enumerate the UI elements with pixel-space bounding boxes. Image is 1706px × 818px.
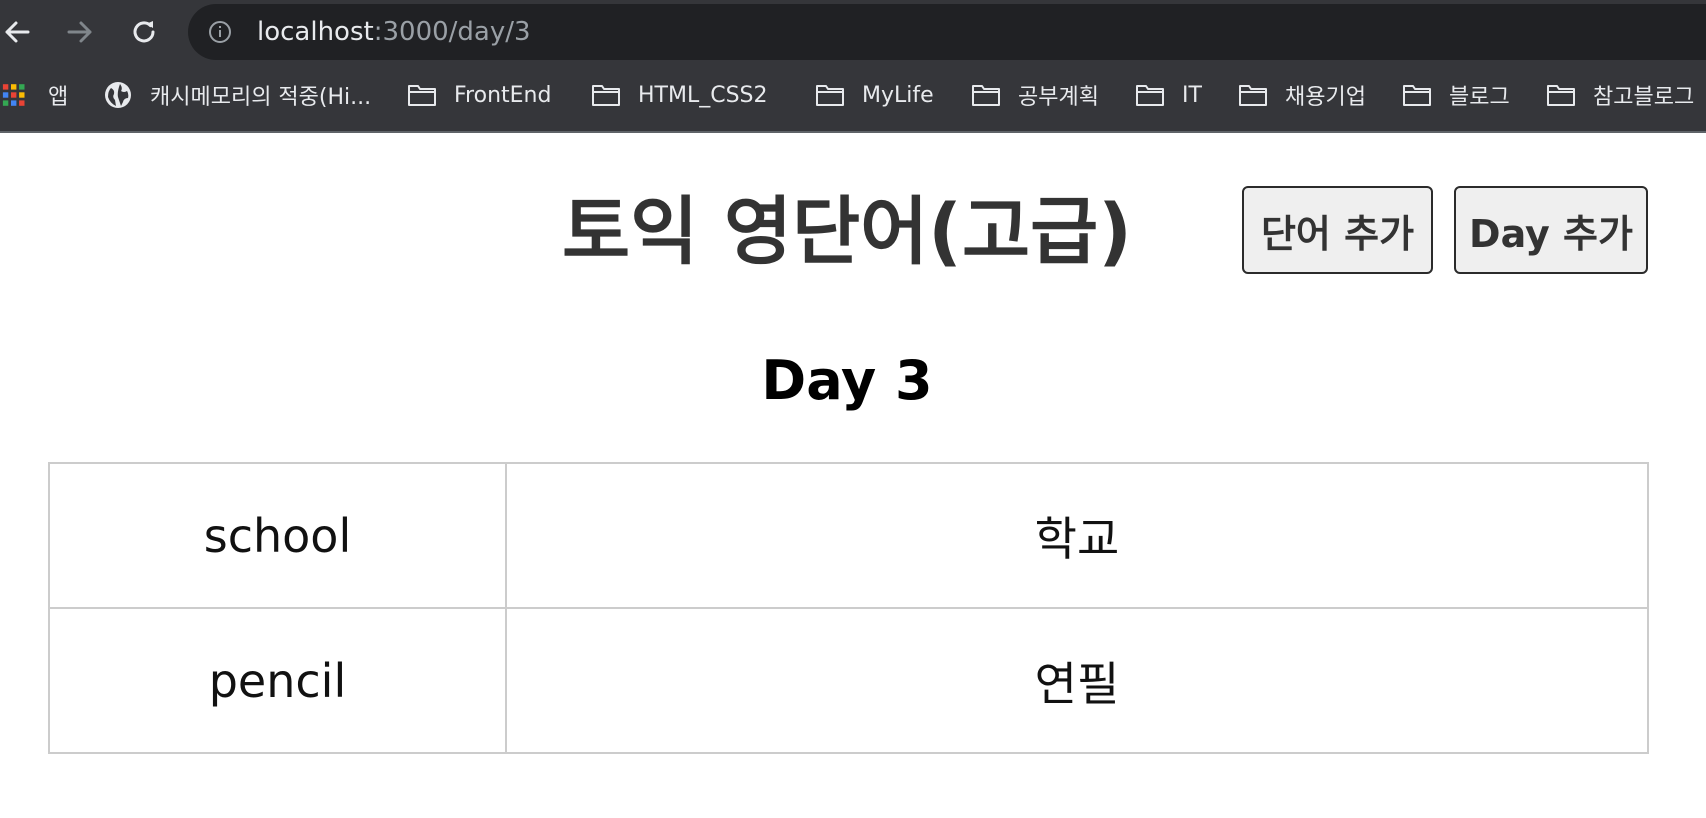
folder-icon: [408, 85, 436, 106]
info-icon[interactable]: [208, 20, 232, 44]
bookmark-label: 앱: [48, 85, 69, 110]
folder-icon: [1547, 85, 1575, 106]
table-row: pencil 연필: [48, 607, 1649, 754]
word-table: school 학교 pencil 연필: [48, 462, 1649, 754]
bookmark-label: FrontEnd: [454, 82, 552, 108]
bookmark-apps[interactable]: 앱: [2, 78, 68, 112]
address-bar[interactable]: localhost:3000/day/3: [188, 4, 1706, 60]
bookmark-folder-blog[interactable]: 블로그: [1402, 78, 1510, 112]
bookmark-label: 블로그: [1449, 85, 1510, 110]
bookmark-folder-hiring[interactable]: 채용기업: [1238, 78, 1366, 112]
folder-icon: [1239, 85, 1267, 106]
browser-chrome: localhost:3000/day/3 앱 캐시메모리의 적중(Hi... F…: [0, 0, 1706, 133]
arrow-right-icon: [67, 21, 92, 43]
bookmark-folder-mylife[interactable]: MyLife: [815, 78, 934, 112]
reload-icon: [133, 21, 155, 43]
korean-meaning-cell: 학교: [505, 462, 1649, 609]
table-row: school 학교: [48, 462, 1649, 609]
browser-toolbar: localhost:3000/day/3: [0, 0, 1706, 64]
page-content: 토익 영단어(고급) 단어 추가 Day 추가 Day 3 school 학교 …: [0, 133, 1706, 818]
reload-button[interactable]: [127, 15, 161, 49]
bookmark-label: 참고블로그: [1593, 85, 1695, 110]
folder-icon: [972, 85, 1000, 106]
forward-button[interactable]: [63, 15, 97, 49]
bookmark-label: MyLife: [862, 82, 934, 108]
add-word-button[interactable]: 단어 추가: [1242, 186, 1433, 274]
bookmark-cache-memory[interactable]: 캐시메모리의 적중(Hi...: [103, 78, 371, 112]
bookmark-label: 채용기업: [1285, 85, 1366, 110]
english-word-cell: pencil: [48, 607, 507, 754]
bookmark-label: IT: [1182, 82, 1202, 108]
bookmark-label: 공부계획: [1018, 85, 1099, 110]
bookmark-folder-frontend[interactable]: FrontEnd: [407, 78, 551, 112]
folder-icon: [1403, 85, 1431, 106]
url-text[interactable]: localhost:3000/day/3: [257, 4, 531, 60]
korean-meaning-cell: 연필: [505, 607, 1649, 754]
globe-icon: [105, 82, 131, 108]
day-heading: Day 3: [761, 349, 933, 412]
back-button[interactable]: [0, 15, 34, 49]
bookmark-folder-reference-blog[interactable]: 참고블로그: [1546, 78, 1694, 112]
url-host: localhost: [257, 17, 374, 47]
bookmark-label: 캐시메모리의 적중(Hi...: [150, 85, 372, 110]
english-word-cell: school: [48, 462, 507, 609]
url-path: :3000/day/3: [373, 17, 531, 47]
folder-icon: [816, 85, 844, 106]
arrow-left-icon: [5, 21, 30, 43]
add-day-button[interactable]: Day 추가: [1454, 186, 1648, 274]
folder-icon: [592, 85, 620, 106]
bookmark-folder-study-plan[interactable]: 공부계획: [971, 78, 1099, 112]
bookmarks-bar: 앱 캐시메모리의 적중(Hi... FrontEnd HTML_CSS2 MyL…: [0, 78, 1706, 112]
page-title: 토익 영단어(고급): [562, 189, 1132, 275]
bookmark-folder-it[interactable]: IT: [1135, 78, 1202, 112]
apps-grid-icon: [2, 84, 25, 106]
bookmark-label: HTML_CSS2: [638, 82, 768, 108]
folder-icon: [1136, 85, 1164, 106]
bookmark-folder-html-css2[interactable]: HTML_CSS2: [591, 78, 768, 112]
